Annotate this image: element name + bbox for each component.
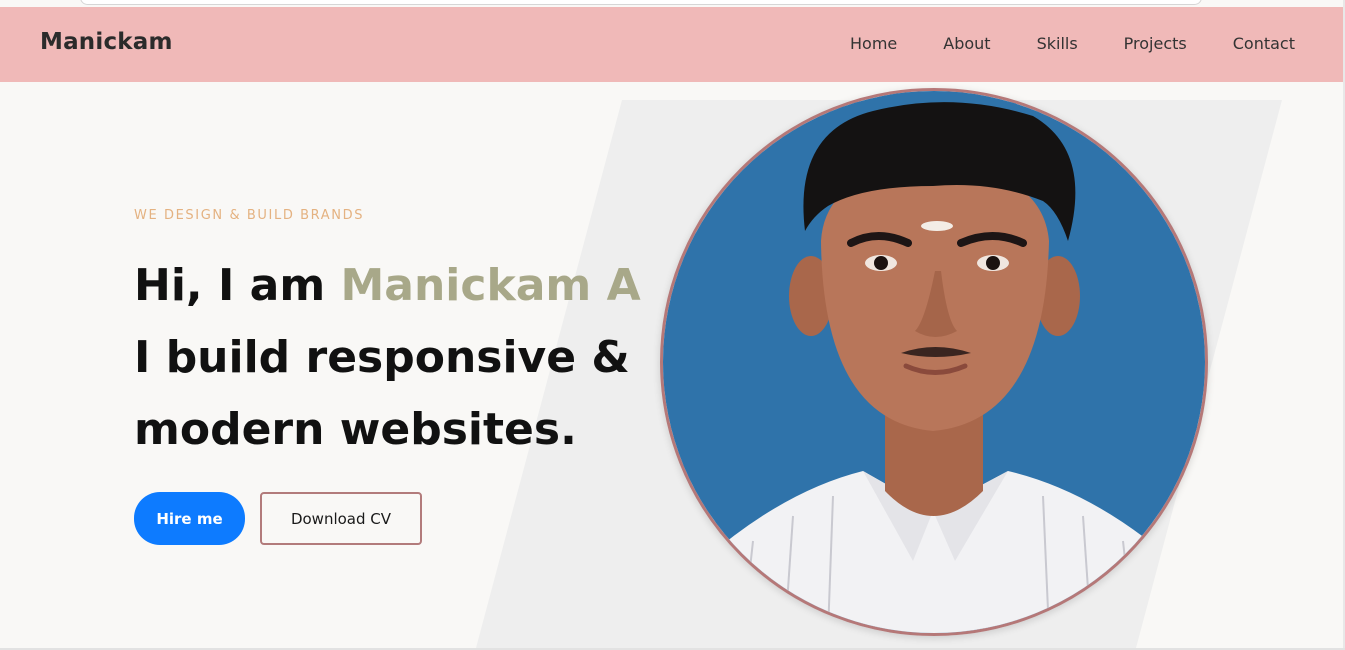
- hero-section: WE DESIGN & BUILD BRANDS Hi, I am Manick…: [0, 82, 1343, 648]
- profile-photo: [660, 88, 1208, 636]
- hero-tagline: WE DESIGN & BUILD BRANDS: [134, 208, 365, 223]
- hire-me-button[interactable]: Hire me: [134, 492, 245, 545]
- nav-link-home[interactable]: Home: [850, 34, 897, 53]
- nav-menu: Home About Skills Projects Contact: [804, 34, 1295, 53]
- nav-link-contact[interactable]: Contact: [1233, 34, 1295, 53]
- brand-logo-text[interactable]: Manickam: [40, 29, 173, 55]
- headline-line-2: I build responsive &: [134, 332, 630, 383]
- nav-link-skills[interactable]: Skills: [1037, 34, 1078, 53]
- download-cv-button[interactable]: Download CV: [260, 492, 422, 545]
- browser-chrome-strip: [0, 0, 1345, 7]
- headline-name: Manickam A: [340, 260, 641, 311]
- address-bar-edge[interactable]: [80, 0, 1202, 5]
- hero-headline: Hi, I am Manickam A I build responsive &…: [134, 250, 694, 466]
- navbar: Manickam Home About Skills Projects Cont…: [0, 7, 1343, 82]
- nav-link-about[interactable]: About: [943, 34, 990, 53]
- headline-line-3: modern websites.: [134, 404, 577, 455]
- nav-link-projects[interactable]: Projects: [1124, 34, 1187, 53]
- headline-greeting: Hi, I am: [134, 260, 341, 311]
- portrait-illustration: [663, 91, 1205, 633]
